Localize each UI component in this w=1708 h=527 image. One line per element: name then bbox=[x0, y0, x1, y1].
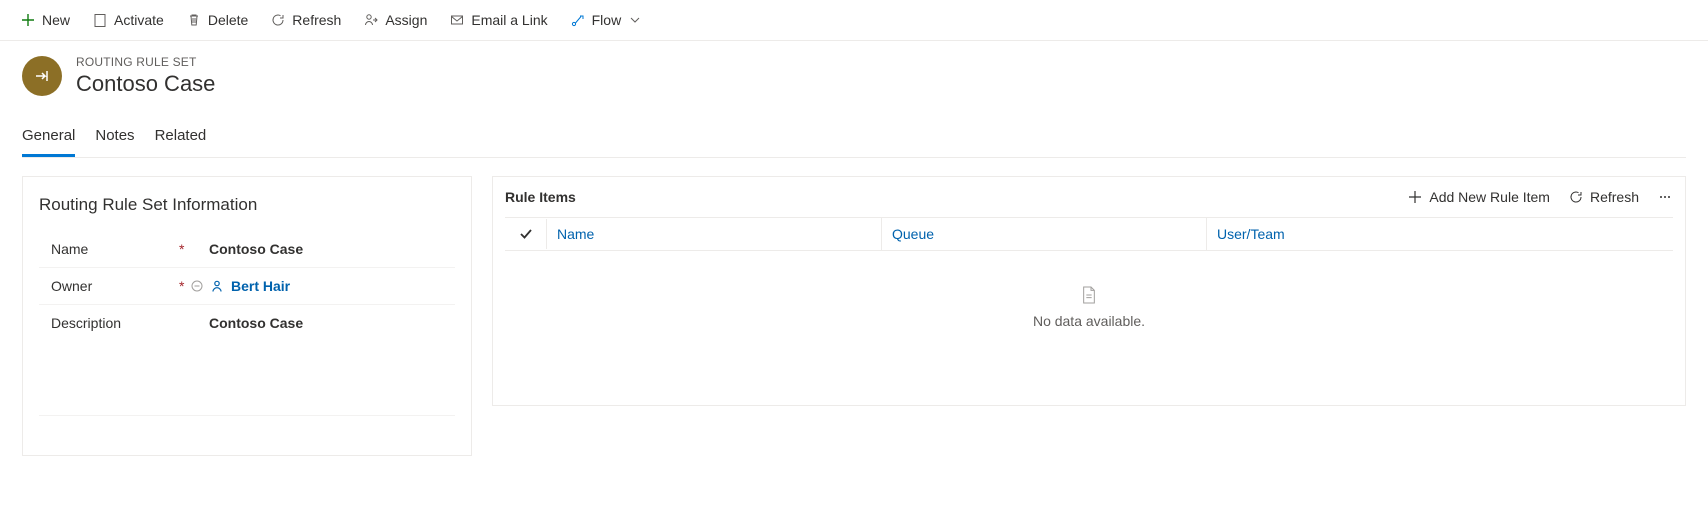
column-name[interactable]: Name bbox=[547, 218, 882, 250]
assign-button[interactable]: Assign bbox=[361, 8, 429, 32]
new-button[interactable]: New bbox=[18, 8, 72, 32]
activate-button[interactable]: Activate bbox=[90, 8, 166, 32]
rule-items-panel: Rule Items Add New Rule Item Refresh bbox=[492, 176, 1686, 406]
required-icon: * bbox=[179, 241, 191, 257]
column-user-team[interactable]: User/Team bbox=[1207, 218, 1673, 250]
field-description[interactable]: Description Contoso Case bbox=[39, 305, 455, 415]
more-button[interactable] bbox=[1657, 189, 1673, 205]
refresh-label: Refresh bbox=[292, 12, 341, 28]
description-value: Contoso Case bbox=[209, 315, 303, 331]
flow-label: Flow bbox=[592, 12, 622, 28]
entity-badge-icon bbox=[22, 56, 62, 96]
new-label: New bbox=[42, 12, 70, 28]
activate-icon bbox=[92, 12, 108, 28]
flow-button[interactable]: Flow bbox=[568, 8, 646, 32]
rule-refresh-label: Refresh bbox=[1590, 189, 1639, 205]
rule-refresh-button[interactable]: Refresh bbox=[1568, 189, 1639, 205]
plus-icon bbox=[20, 12, 36, 28]
delete-label: Delete bbox=[208, 12, 248, 28]
person-icon bbox=[209, 278, 225, 294]
add-rule-label: Add New Rule Item bbox=[1429, 189, 1550, 205]
info-panel: Routing Rule Set Information Name * Cont… bbox=[22, 176, 472, 456]
email-icon bbox=[449, 12, 465, 28]
owner-value: Bert Hair bbox=[231, 278, 290, 294]
refresh-button[interactable]: Refresh bbox=[268, 8, 343, 32]
page-title: Contoso Case bbox=[76, 71, 215, 97]
tab-notes[interactable]: Notes bbox=[95, 121, 134, 157]
owner-value-link[interactable]: Bert Hair bbox=[209, 278, 290, 294]
owner-label: Owner bbox=[51, 278, 179, 294]
grid-header: Name Queue User/Team bbox=[505, 217, 1673, 251]
name-value: Contoso Case bbox=[209, 241, 303, 257]
entity-type-label: ROUTING RULE SET bbox=[76, 55, 215, 69]
tab-general[interactable]: General bbox=[22, 121, 75, 157]
refresh-icon bbox=[270, 12, 286, 28]
name-label: Name bbox=[51, 241, 179, 257]
rule-items-title: Rule Items bbox=[505, 189, 576, 205]
document-icon bbox=[1081, 287, 1097, 303]
activate-label: Activate bbox=[114, 12, 164, 28]
command-bar: New Activate Delete Refresh Assign Email… bbox=[0, 0, 1708, 41]
flow-icon bbox=[570, 12, 586, 28]
lock-icon bbox=[191, 280, 209, 292]
email-link-button[interactable]: Email a Link bbox=[447, 8, 549, 32]
trash-icon bbox=[186, 12, 202, 28]
tab-list: General Notes Related bbox=[22, 121, 1686, 158]
field-owner[interactable]: Owner * Bert Hair bbox=[39, 268, 455, 305]
email-link-label: Email a Link bbox=[471, 12, 547, 28]
add-rule-item-button[interactable]: Add New Rule Item bbox=[1407, 189, 1550, 205]
entity-header: ROUTING RULE SET Contoso Case bbox=[22, 55, 1686, 97]
info-panel-title: Routing Rule Set Information bbox=[39, 195, 455, 215]
select-all-column[interactable] bbox=[505, 219, 547, 249]
main-content: ROUTING RULE SET Contoso Case General No… bbox=[0, 41, 1708, 486]
required-icon: * bbox=[179, 278, 191, 294]
chevron-down-icon bbox=[627, 12, 643, 28]
plus-icon bbox=[1407, 189, 1423, 205]
assign-icon bbox=[363, 12, 379, 28]
more-icon bbox=[1657, 189, 1673, 205]
column-queue[interactable]: Queue bbox=[882, 218, 1207, 250]
refresh-icon bbox=[1568, 189, 1584, 205]
empty-state: No data available. bbox=[505, 251, 1673, 365]
field-name[interactable]: Name * Contoso Case bbox=[39, 231, 455, 268]
description-label: Description bbox=[51, 315, 179, 331]
empty-text: No data available. bbox=[1033, 313, 1145, 329]
tab-related[interactable]: Related bbox=[155, 121, 207, 157]
delete-button[interactable]: Delete bbox=[184, 8, 250, 32]
assign-label: Assign bbox=[385, 12, 427, 28]
